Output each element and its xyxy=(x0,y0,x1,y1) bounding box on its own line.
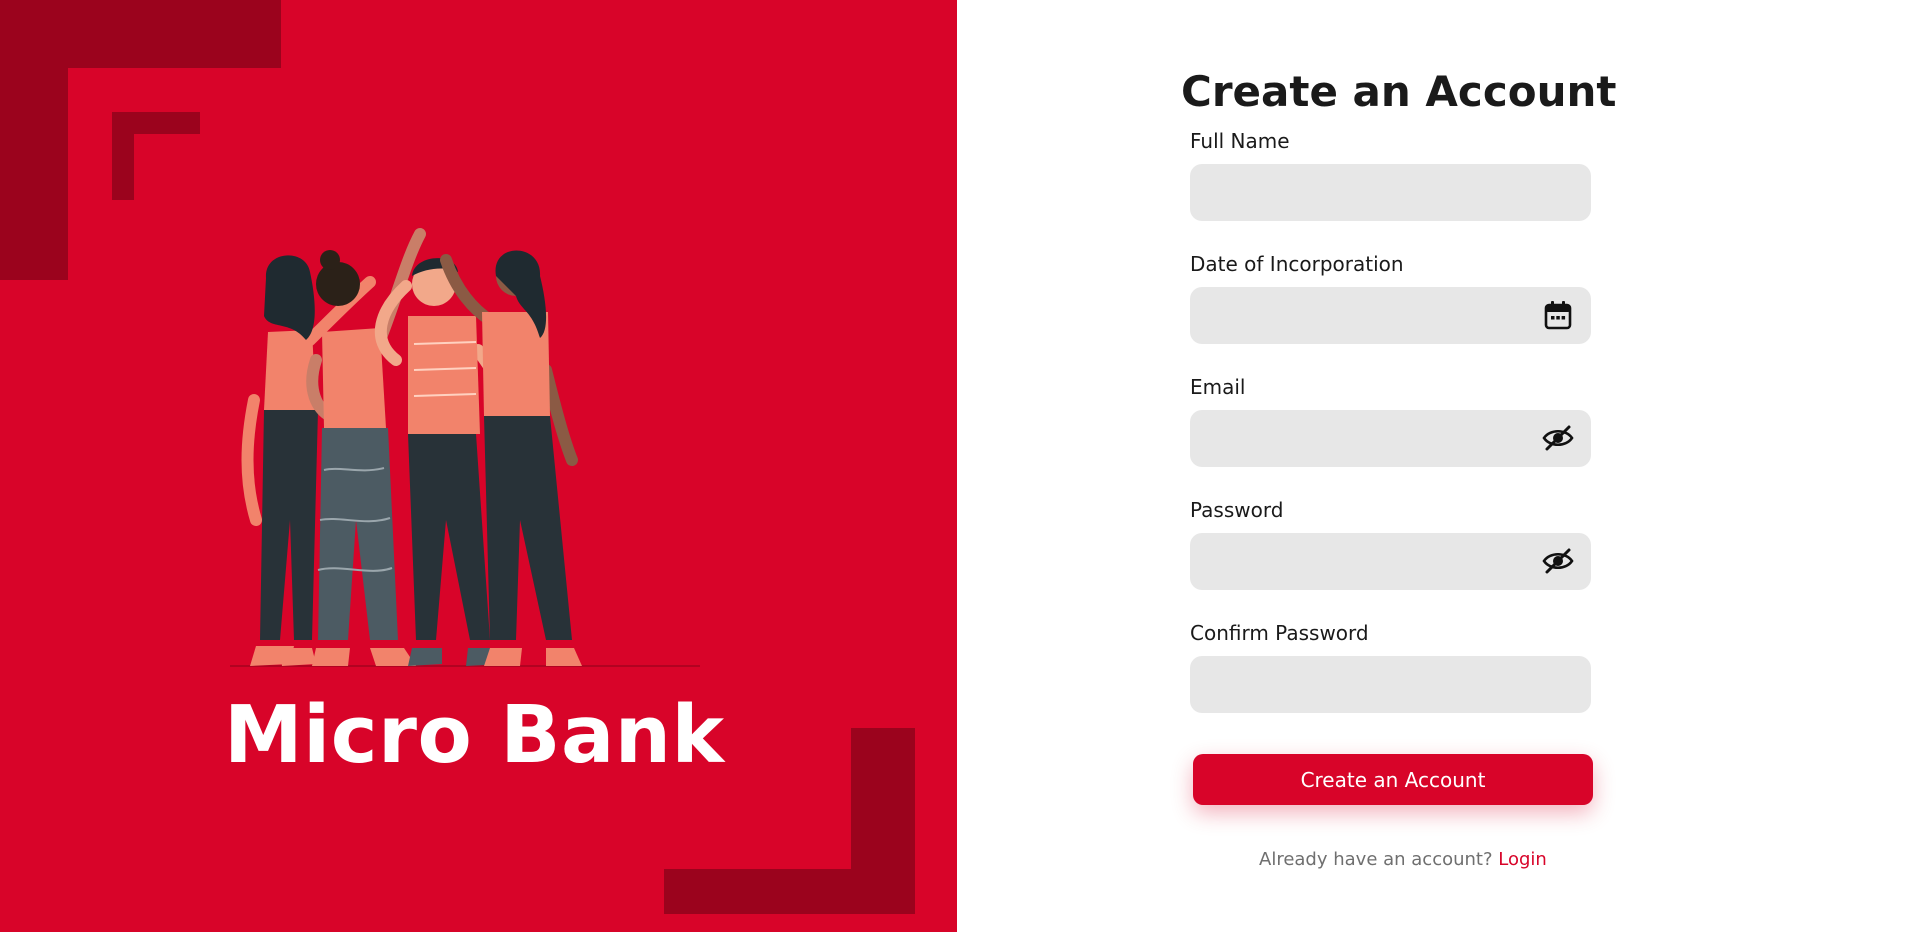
full-name-input[interactable] xyxy=(1190,164,1591,221)
signup-panel: Create an Account Full Name Date of Inco… xyxy=(957,0,1907,932)
login-link[interactable]: Login xyxy=(1498,849,1547,870)
login-prompt: Already have an account? Login xyxy=(1259,849,1547,870)
full-name-label: Full Name xyxy=(1190,129,1290,153)
login-prompt-text: Already have an account? xyxy=(1259,849,1493,870)
people-high-five-illustration xyxy=(230,228,700,667)
date-of-incorporation-label: Date of Incorporation xyxy=(1190,252,1404,276)
confirm-password-label: Confirm Password xyxy=(1190,621,1369,645)
person-2-figure xyxy=(306,228,426,666)
email-label: Email xyxy=(1190,375,1246,399)
password-label: Password xyxy=(1190,498,1284,522)
eye-slash-icon[interactable] xyxy=(1542,545,1574,577)
eye-slash-icon[interactable] xyxy=(1542,422,1574,454)
page-title: Create an Account xyxy=(1181,67,1617,116)
brand-name: Micro Bank xyxy=(224,689,725,781)
calendar-icon[interactable] xyxy=(1542,299,1574,331)
decor-corner-top-bar xyxy=(0,0,281,68)
decor-corner-bottom-right-horizontal xyxy=(664,869,915,914)
password-input[interactable] xyxy=(1190,533,1591,590)
brand-panel: Micro Bank xyxy=(0,0,957,932)
confirm-password-input[interactable] xyxy=(1190,656,1591,713)
create-account-button[interactable]: Create an Account xyxy=(1193,754,1593,805)
date-of-incorporation-input[interactable] xyxy=(1190,287,1591,344)
email-input[interactable] xyxy=(1190,410,1591,467)
decor-small-corner-horizontal xyxy=(112,112,200,134)
